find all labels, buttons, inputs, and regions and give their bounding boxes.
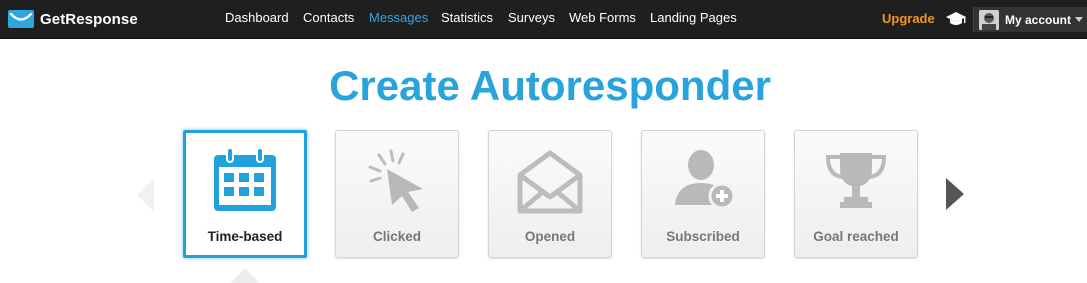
nav-web-forms[interactable]: Web Forms	[569, 10, 636, 25]
card-goal-reached[interactable]: Goal reached	[794, 130, 918, 258]
envelope-logo-icon	[8, 10, 34, 28]
brand-name: GetResponse	[40, 10, 138, 28]
nav-statistics[interactable]: Statistics	[441, 10, 493, 25]
open-envelope-icon	[517, 150, 583, 214]
cursor-click-icon	[368, 149, 423, 212]
user-add-icon	[675, 150, 736, 210]
nav-contacts[interactable]: Contacts	[303, 10, 354, 25]
carousel-prev-arrow-icon[interactable]	[137, 178, 154, 212]
top-navigation-bar: GetResponse Dashboard Contacts Messages …	[0, 0, 1087, 39]
card-time-based[interactable]: Time-based	[183, 130, 307, 258]
trophy-icon	[825, 153, 887, 208]
card-clicked[interactable]: Clicked	[335, 130, 459, 258]
brand-logo[interactable]: GetResponse	[8, 9, 138, 29]
chevron-down-icon	[1075, 17, 1084, 22]
selection-pointer	[231, 268, 259, 283]
nav-surveys[interactable]: Surveys	[508, 10, 555, 25]
card-subscribed[interactable]: Subscribed	[641, 130, 765, 258]
nav-landing-pages[interactable]: Landing Pages	[650, 10, 737, 25]
card-label: Subscribed	[666, 229, 740, 244]
card-label: Time-based	[207, 229, 283, 244]
my-account-label: My account	[1005, 12, 1072, 27]
card-label: Opened	[524, 229, 576, 244]
carousel-next-arrow-icon[interactable]	[946, 178, 964, 210]
avatar	[979, 9, 999, 30]
card-label: Clicked	[372, 229, 422, 244]
page-title: Create Autoresponder	[329, 62, 771, 109]
nav-dashboard[interactable]: Dashboard	[225, 10, 289, 25]
upgrade-link[interactable]: Upgrade	[882, 11, 935, 26]
nav-messages[interactable]: Messages	[369, 10, 428, 25]
graduation-cap-icon[interactable]	[946, 11, 966, 27]
calendar-icon	[214, 147, 276, 211]
my-account-menu[interactable]: My account	[973, 7, 1087, 32]
card-label: Goal reached	[813, 229, 899, 244]
card-opened[interactable]: Opened	[488, 130, 612, 258]
